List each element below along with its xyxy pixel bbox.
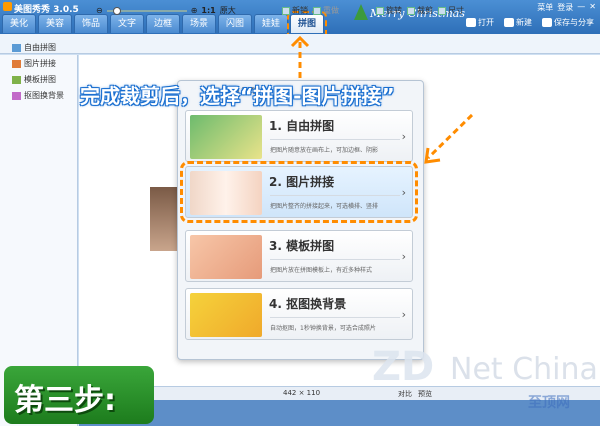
card-divider (270, 139, 400, 140)
zoom-ratio[interactable]: 1:1 (201, 6, 215, 15)
sidebar-label: 自由拼图 (24, 43, 56, 52)
image-join-thumbnail (190, 171, 262, 215)
tab-doll[interactable]: 娃娃 (254, 14, 288, 33)
card-description: 把图片随意放在画布上，可加边框、阴影 (270, 147, 379, 154)
tab-border[interactable]: 边框 (146, 14, 180, 33)
zoom-out-icon[interactable]: ⊖ (96, 6, 103, 15)
toolbar (0, 34, 600, 54)
login-button[interactable]: 登录 (557, 2, 573, 13)
zoom-original[interactable]: 原大 (220, 5, 236, 16)
tab-scene[interactable]: 场景 (182, 14, 216, 33)
card-divider (270, 317, 400, 318)
crop-button[interactable]: 裁剪 (407, 5, 433, 16)
sidebar-item-cutout-bg[interactable]: 抠图换背景 (12, 90, 64, 101)
redo-label: 重做 (323, 6, 339, 15)
watermark-cn: 至顶网 (528, 395, 570, 411)
card-title: 2. 图片拼接 (269, 175, 335, 189)
window-controls: 菜单 登录 — ✕ (537, 2, 596, 13)
plus-icon (504, 18, 514, 27)
card-description: 自动抠图，1秒钟换背景，可选合成照片 (270, 325, 376, 332)
redo-button[interactable]: 重做 (313, 5, 339, 16)
chevron-right-icon: › (401, 130, 406, 143)
new-tool-label: 新销 (292, 6, 308, 15)
card-title: 4. 抠图换背景 (269, 297, 347, 311)
crop-icon (407, 6, 415, 15)
size-button[interactable]: 尺寸 (438, 5, 464, 16)
new-button[interactable]: 新建 (504, 17, 532, 28)
save-icon (542, 18, 552, 27)
crop-label: 裁剪 (417, 6, 433, 15)
sidebar-label: 图片拼接 (24, 59, 56, 68)
open-button[interactable]: 打开 (466, 17, 494, 28)
cutout-thumbnail (190, 293, 262, 337)
step-label: 第三步: (14, 383, 116, 418)
free-collage-icon (12, 43, 21, 52)
image-dimensions: 442 × 110 (283, 389, 321, 397)
app-logo-icon (3, 2, 12, 11)
close-icon[interactable]: ✕ (589, 2, 596, 13)
size-label: 尺寸 (448, 6, 464, 15)
sidebar-item-template-collage[interactable]: 模板拼图 (12, 74, 56, 85)
zoom-in-icon[interactable]: ⊕ (191, 6, 198, 15)
compare-button[interactable]: 对比 (398, 389, 412, 399)
open-label: 打开 (478, 18, 494, 27)
card-description: 把图片整齐的拼接起来，可选横排、竖排 (270, 203, 379, 210)
template-thumbnail (190, 235, 262, 279)
tab-flash[interactable]: 闪图 (218, 14, 252, 33)
footer-strip (79, 400, 600, 426)
sidebar-item-free-collage[interactable]: 自由拼图 (12, 42, 56, 53)
preview-button[interactable]: 预览 (418, 389, 432, 399)
sidebar-label: 抠图换背景 (24, 91, 64, 100)
image-join-icon (12, 59, 21, 68)
sidebar-item-image-join[interactable]: 图片拼接 (12, 58, 56, 69)
sidebar-label: 模板拼图 (24, 75, 56, 84)
rotate-icon (376, 6, 384, 15)
card-title: 3. 模板拼图 (269, 239, 335, 253)
card-divider (270, 259, 400, 260)
file-actions: 打开 新建 保存与分享 (466, 17, 594, 28)
chevron-right-icon: › (401, 250, 406, 263)
zoom-slider-knob[interactable] (112, 6, 121, 15)
tab-accessories[interactable]: 饰品 (74, 14, 108, 33)
new-tool-button[interactable]: 新销 (282, 5, 308, 16)
new-label: 新建 (516, 18, 532, 27)
cutout-icon (12, 91, 21, 100)
card-divider (270, 195, 400, 196)
template-icon (12, 75, 21, 84)
free-collage-thumbnail (190, 115, 262, 159)
folder-icon (466, 18, 476, 27)
menu-card-cutout-bg[interactable]: 4. 抠图换背景 自动抠图，1秒钟换背景，可选合成照片 › (185, 288, 413, 340)
canvas-photo[interactable] (150, 187, 178, 251)
tab-beautify[interactable]: 美化 (2, 14, 36, 33)
compare-controls: 对比 预览 (398, 389, 432, 399)
chevron-right-icon: › (401, 186, 406, 199)
tab-makeup[interactable]: 美容 (38, 14, 72, 33)
menu-card-template-collage[interactable]: 3. 模板拼图 把图片放在拼图模板上，有近多种样式 › (185, 230, 413, 282)
watermark-net-china: Net China (450, 352, 598, 387)
instruction-caption: 完成裁剪后，选择“拼图-图片拼接” (80, 84, 395, 108)
rotate-button[interactable]: 旋转 (376, 5, 402, 16)
menu-card-free-collage[interactable]: 1. 自由拼图 把图片随意放在画布上，可加边框、阴影 › (185, 110, 413, 162)
new-tool-icon (282, 6, 290, 15)
menu-button[interactable]: 菜单 (537, 2, 553, 13)
watermark-zd: ZD (372, 344, 435, 390)
christmas-tree-icon (354, 4, 368, 20)
save-label: 保存与分享 (554, 18, 594, 27)
tab-text[interactable]: 文字 (110, 14, 144, 33)
zoom-slider[interactable] (106, 6, 187, 15)
save-share-button[interactable]: 保存与分享 (542, 17, 594, 28)
redo-icon (313, 6, 321, 15)
tab-collage[interactable]: 拼图 (287, 11, 327, 36)
zoom-control: ⊖ ⊕ 1:1 原大 (96, 5, 236, 16)
minimize-icon[interactable]: — (577, 2, 585, 13)
main-tabs: 美化 美容 饰品 文字 边框 场景 闪图 娃娃 拼图 (2, 11, 327, 36)
card-description: 把图片放在拼图模板上，有近多种样式 (270, 267, 373, 274)
resize-icon (438, 6, 446, 15)
rotate-label: 旋转 (386, 6, 402, 15)
menu-card-image-join[interactable]: 2. 图片拼接 把图片整齐的拼接起来，可选横排、竖排 › (180, 161, 418, 223)
card-title: 1. 自由拼图 (269, 119, 335, 133)
status-bar (79, 386, 600, 400)
chevron-right-icon: › (401, 308, 406, 321)
